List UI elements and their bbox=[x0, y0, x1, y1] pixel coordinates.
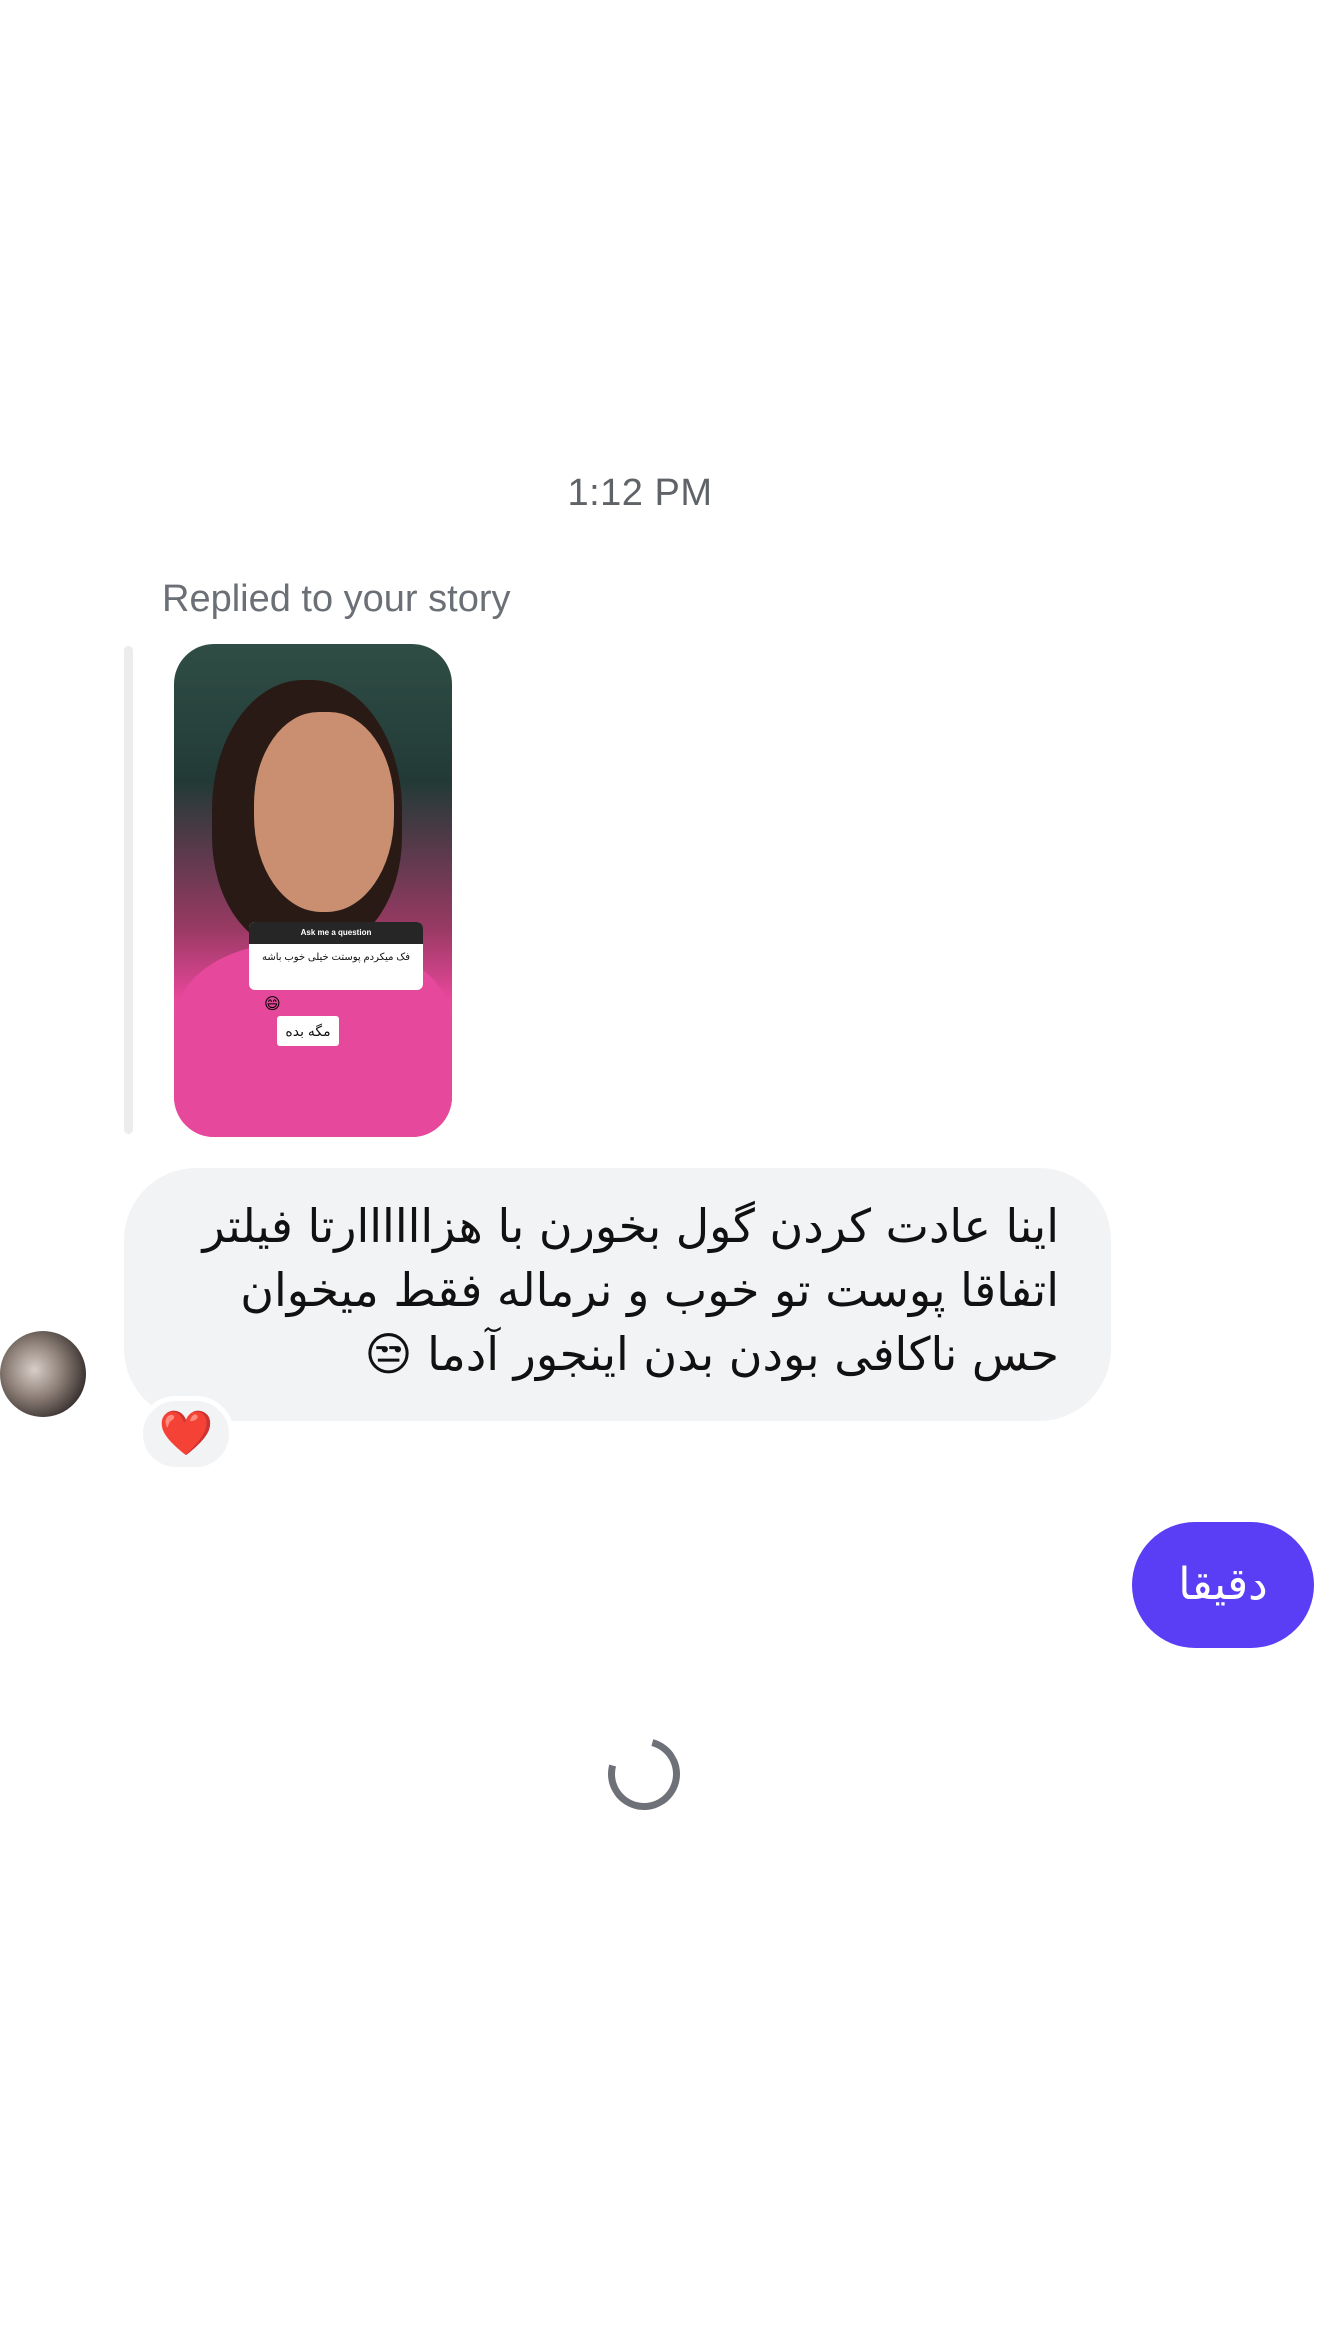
heart-reaction-badge[interactable]: ❤️ bbox=[138, 1396, 234, 1472]
loading-spinner-icon bbox=[594, 1724, 694, 1824]
sender-avatar[interactable] bbox=[0, 1331, 86, 1417]
message-timestamp: 1:12 PM bbox=[567, 472, 713, 514]
story-reply-label: Replied to your story bbox=[162, 578, 511, 620]
story-question-header: Ask me a question bbox=[249, 922, 423, 944]
story-thumbnail[interactable]: Ask me a question فک میکردم پوستت خیلی خ… bbox=[174, 644, 452, 1137]
story-question-sticker: Ask me a question فک میکردم پوستت خیلی خ… bbox=[249, 922, 423, 990]
outgoing-message-bubble[interactable]: دقیقا bbox=[1132, 1522, 1314, 1648]
story-photo-face bbox=[254, 712, 394, 912]
story-answer-text: مگه بده bbox=[277, 1016, 339, 1046]
incoming-message-line: اینا عادت کردن گول بخورن با هزاااااارتا … bbox=[202, 1199, 1059, 1253]
story-reply-indicator-bar bbox=[124, 646, 133, 1134]
incoming-message-line: حس ناکافی بودن بدن اینجور آدما 😒 bbox=[364, 1327, 1059, 1381]
incoming-message-line: اتفاقا پوست تو خوب و نرماله فقط میخوان bbox=[240, 1263, 1059, 1317]
story-question-text: فک میکردم پوستت خیلی خوب باشه bbox=[261, 952, 411, 963]
incoming-message-bubble[interactable]: اینا عادت کردن گول بخورن با هزاااااارتا … bbox=[124, 1168, 1111, 1421]
story-emoji-icon: 😄 bbox=[264, 996, 281, 1013]
